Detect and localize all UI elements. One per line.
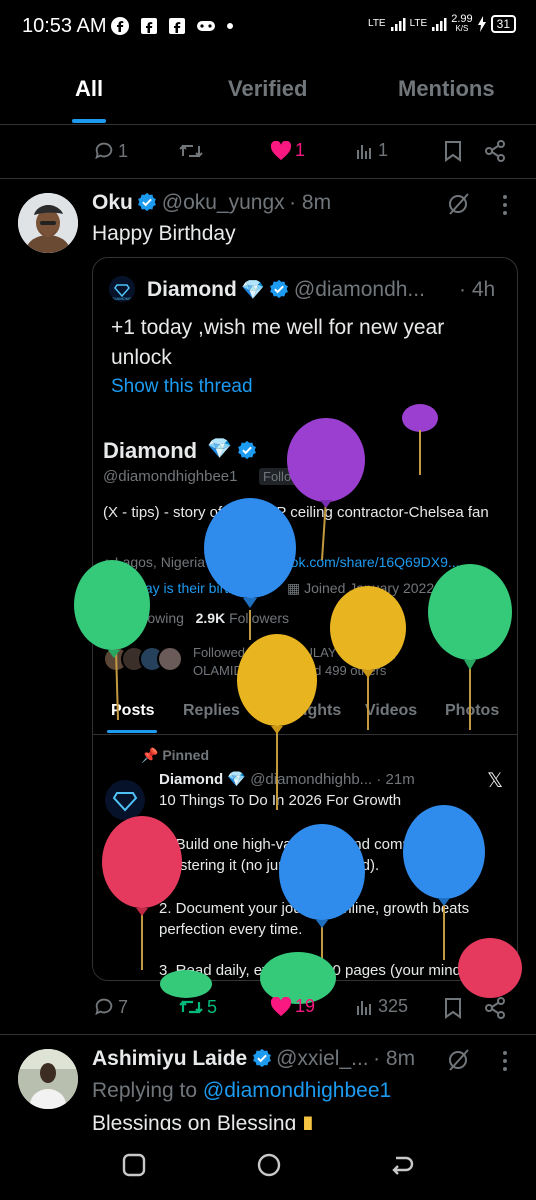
balloon-blue-1	[204, 498, 296, 640]
next-tweet-header: Ashimiyu Laide @xxiel_... · 8m	[92, 1047, 415, 1071]
balloon-red-1	[102, 816, 182, 970]
reply-icon	[95, 998, 113, 1016]
system-nav-bar	[0, 1130, 536, 1200]
recent-apps-button[interactable]	[122, 1153, 146, 1177]
views-button[interactable]: 325	[355, 996, 408, 1017]
like-count: 19	[295, 996, 316, 1016]
replying-to-handle[interactable]: @diamondhighbee1	[203, 1079, 391, 1102]
views-count: 325	[378, 996, 409, 1016]
balloon-yellow-2	[237, 634, 317, 810]
next-author-handle[interactable]: @xxiel_...	[276, 1047, 369, 1070]
grok-icon	[449, 1049, 469, 1071]
balloon-purple	[287, 418, 365, 561]
share-button[interactable]	[484, 997, 506, 1019]
next-avatar[interactable]	[18, 1049, 78, 1109]
next-avatar-image	[18, 1049, 78, 1109]
next-author-name[interactable]: Ashimiyu Laide	[92, 1047, 247, 1070]
heart-icon	[270, 996, 292, 1016]
back-button[interactable]	[390, 1154, 414, 1176]
next-verified-badge-icon	[252, 1048, 271, 1068]
views-icon	[357, 1000, 371, 1015]
reply-count: 7	[118, 996, 129, 1017]
reply-button[interactable]: 7	[93, 996, 128, 1018]
balloon-green-1	[74, 560, 150, 721]
balloon-yellow-1	[330, 586, 406, 730]
more-vertical-icon	[503, 1051, 507, 1071]
balloon-purple-small	[402, 404, 438, 475]
like-button[interactable]: 19	[270, 996, 315, 1017]
balloon-red-2	[458, 938, 522, 998]
bookmark-button[interactable]	[444, 997, 462, 1019]
back-icon	[392, 1156, 414, 1175]
tweet-divider-2	[0, 1034, 536, 1035]
home-icon	[257, 1153, 281, 1177]
next-tweet-time: · 8m	[373, 1047, 416, 1070]
next-grok-button[interactable]	[446, 1048, 470, 1072]
bookmark-icon	[445, 998, 461, 1019]
balloon-green-4	[160, 970, 212, 998]
balloon-green-2	[428, 564, 512, 730]
recent-apps-icon	[122, 1153, 146, 1177]
retweet-count: 5	[207, 996, 218, 1017]
balloon-blue-3	[403, 805, 485, 960]
home-button[interactable]	[256, 1152, 282, 1178]
birthday-balloons	[74, 404, 522, 1004]
retweet-icon	[179, 1000, 203, 1014]
share-icon	[485, 997, 505, 1019]
next-more-options-button[interactable]	[502, 1050, 508, 1072]
replying-to-row: Replying to @diamondhighbee1	[92, 1079, 391, 1103]
replying-to-prefix: Replying to	[92, 1079, 198, 1102]
retweet-button[interactable]: 5	[178, 996, 217, 1018]
